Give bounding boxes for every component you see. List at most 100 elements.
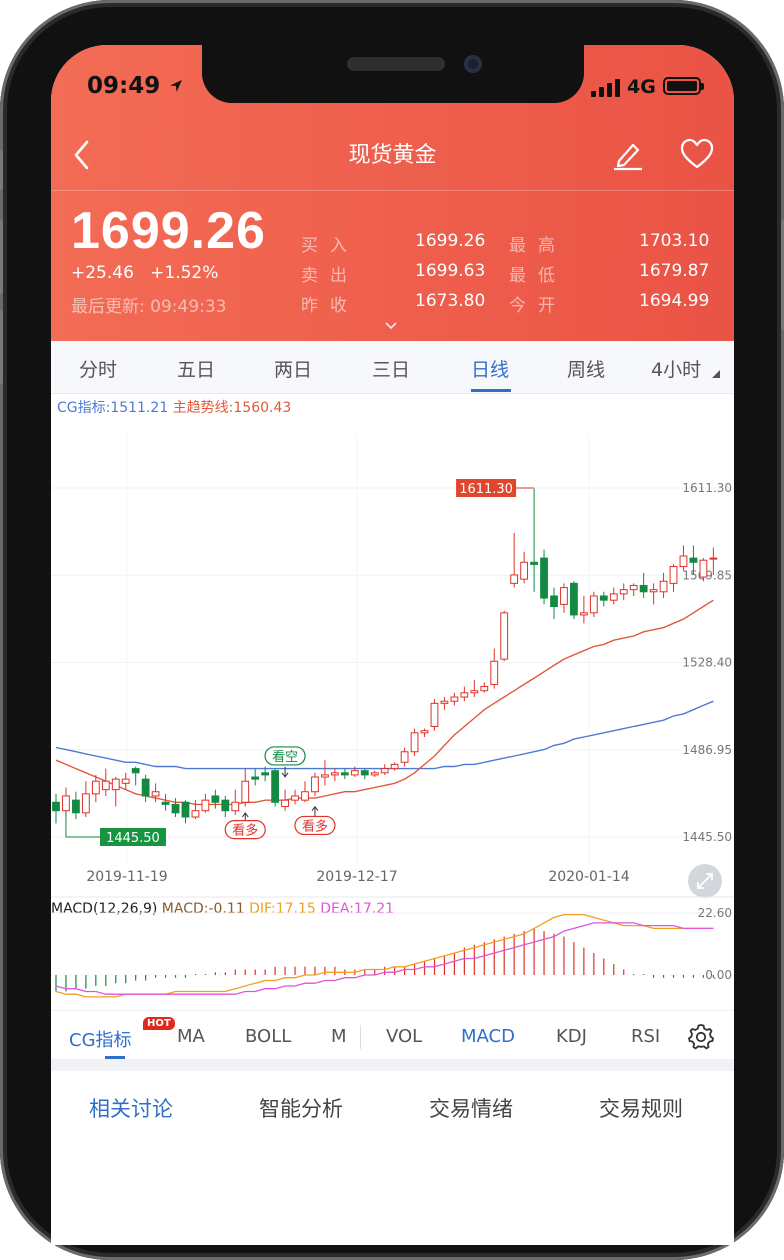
candle[interactable] (231, 789, 240, 815)
candle[interactable] (570, 581, 578, 620)
candle[interactable] (221, 795, 230, 818)
tab-daily[interactable]: 日线 (471, 355, 509, 382)
candle[interactable] (669, 564, 678, 592)
gear-icon[interactable] (687, 1023, 715, 1051)
tab-trade-sentiment[interactable]: 交易情绪 (429, 1093, 513, 1123)
candle[interactable] (599, 591, 608, 607)
candle[interactable] (470, 680, 479, 698)
cellular-signal-icon (591, 79, 620, 97)
candle[interactable] (510, 532, 519, 588)
tab-smart-analysis[interactable]: 智能分析 (259, 1093, 343, 1123)
period-tabs: 分时 五日 两日 三日 日线 周线 4小时 (51, 341, 734, 394)
candle-body (649, 589, 658, 593)
candle[interactable] (81, 781, 90, 818)
expand-chevron-icon[interactable] (385, 322, 397, 330)
tab-five-day[interactable]: 五日 (177, 355, 215, 382)
candle[interactable] (450, 692, 459, 706)
fullscreen-button[interactable] (688, 864, 722, 898)
tab-kdj[interactable]: KDJ (556, 1026, 587, 1047)
candle[interactable] (271, 768, 280, 807)
candle-body (91, 780, 100, 795)
quote-value: 1703.10 (639, 231, 710, 251)
candle[interactable] (440, 697, 449, 710)
candle[interactable] (520, 551, 529, 584)
candle[interactable] (629, 583, 638, 596)
candle[interactable] (340, 768, 349, 780)
candle[interactable] (301, 781, 309, 803)
trend-line-value: 主趋势线:1560.43 (172, 400, 292, 416)
candle[interactable] (540, 549, 548, 605)
price-chart[interactable]: 1611.301569.851528.401486.951445.502019-… (51, 415, 734, 1015)
candle[interactable] (679, 545, 688, 571)
candle-body (450, 696, 459, 702)
candle[interactable] (151, 783, 160, 803)
tab-weekly[interactable]: 周线 (567, 355, 605, 382)
candle-body (171, 803, 180, 814)
candle[interactable] (241, 768, 250, 807)
candle[interactable] (390, 762, 399, 771)
candle[interactable] (311, 772, 319, 796)
candle[interactable] (639, 572, 648, 599)
candle[interactable] (171, 798, 180, 818)
candle-body (251, 776, 260, 780)
favorite-heart-icon[interactable] (679, 137, 715, 171)
candle[interactable] (400, 747, 409, 767)
tab-vol[interactable]: VOL (386, 1026, 422, 1047)
tab-four-hour[interactable]: 4小时 (651, 355, 701, 382)
tab-intraday[interactable]: 分时 (79, 355, 117, 382)
candle[interactable] (121, 772, 130, 790)
candle[interactable] (420, 728, 429, 738)
candle[interactable] (360, 768, 369, 780)
candle[interactable] (430, 699, 439, 731)
candle-body (400, 751, 409, 763)
candle[interactable] (201, 793, 210, 813)
candle[interactable] (460, 686, 469, 702)
tab-discussion[interactable]: 相关讨论 (89, 1093, 173, 1123)
tab-cg-indicator[interactable]: CG指标 (69, 1026, 132, 1052)
candle[interactable] (490, 648, 499, 689)
tab-ma[interactable]: MA (177, 1026, 205, 1047)
candle[interactable] (380, 764, 389, 775)
candle[interactable] (550, 587, 558, 620)
candle[interactable] (281, 789, 289, 811)
candle[interactable] (410, 728, 419, 756)
candle[interactable] (649, 583, 658, 605)
candle[interactable] (101, 768, 110, 796)
candle[interactable] (191, 800, 200, 820)
candle[interactable] (589, 591, 598, 618)
candle[interactable] (291, 789, 299, 805)
candle[interactable] (251, 768, 260, 786)
candle[interactable] (111, 777, 120, 807)
candle[interactable] (181, 800, 190, 824)
candle[interactable] (619, 583, 628, 601)
low-marker-label: 1445.50 (106, 831, 160, 846)
dropdown-triangle-icon[interactable] (712, 370, 720, 378)
candle[interactable] (321, 760, 329, 786)
candle[interactable] (609, 587, 618, 605)
tab-rsi[interactable]: RSI (631, 1026, 660, 1047)
tab-three-day[interactable]: 三日 (372, 355, 410, 382)
candle[interactable] (579, 595, 588, 624)
quote-value: 1699.63 (415, 261, 486, 281)
tab-two-day[interactable]: 两日 (274, 355, 312, 382)
candle[interactable] (480, 682, 489, 693)
tab-boll[interactable]: BOLL (245, 1026, 291, 1047)
candle[interactable] (370, 770, 379, 778)
candle[interactable] (141, 774, 150, 803)
candle[interactable] (91, 774, 100, 803)
candle-body (271, 770, 280, 803)
candle[interactable] (72, 791, 80, 820)
candle[interactable] (330, 768, 339, 782)
candle[interactable] (211, 789, 220, 809)
edit-pencil-icon[interactable] (611, 137, 645, 171)
candle[interactable] (52, 793, 60, 824)
candle[interactable] (530, 488, 538, 592)
candle[interactable] (560, 583, 568, 613)
tab-m-truncated[interactable]: M (331, 1026, 347, 1047)
candle[interactable] (161, 793, 170, 811)
tab-macd[interactable]: MACD (461, 1026, 515, 1047)
candle[interactable] (131, 766, 140, 786)
tab-trade-rules[interactable]: 交易规则 (599, 1093, 683, 1123)
candle[interactable] (500, 610, 509, 662)
candle[interactable] (659, 572, 668, 599)
